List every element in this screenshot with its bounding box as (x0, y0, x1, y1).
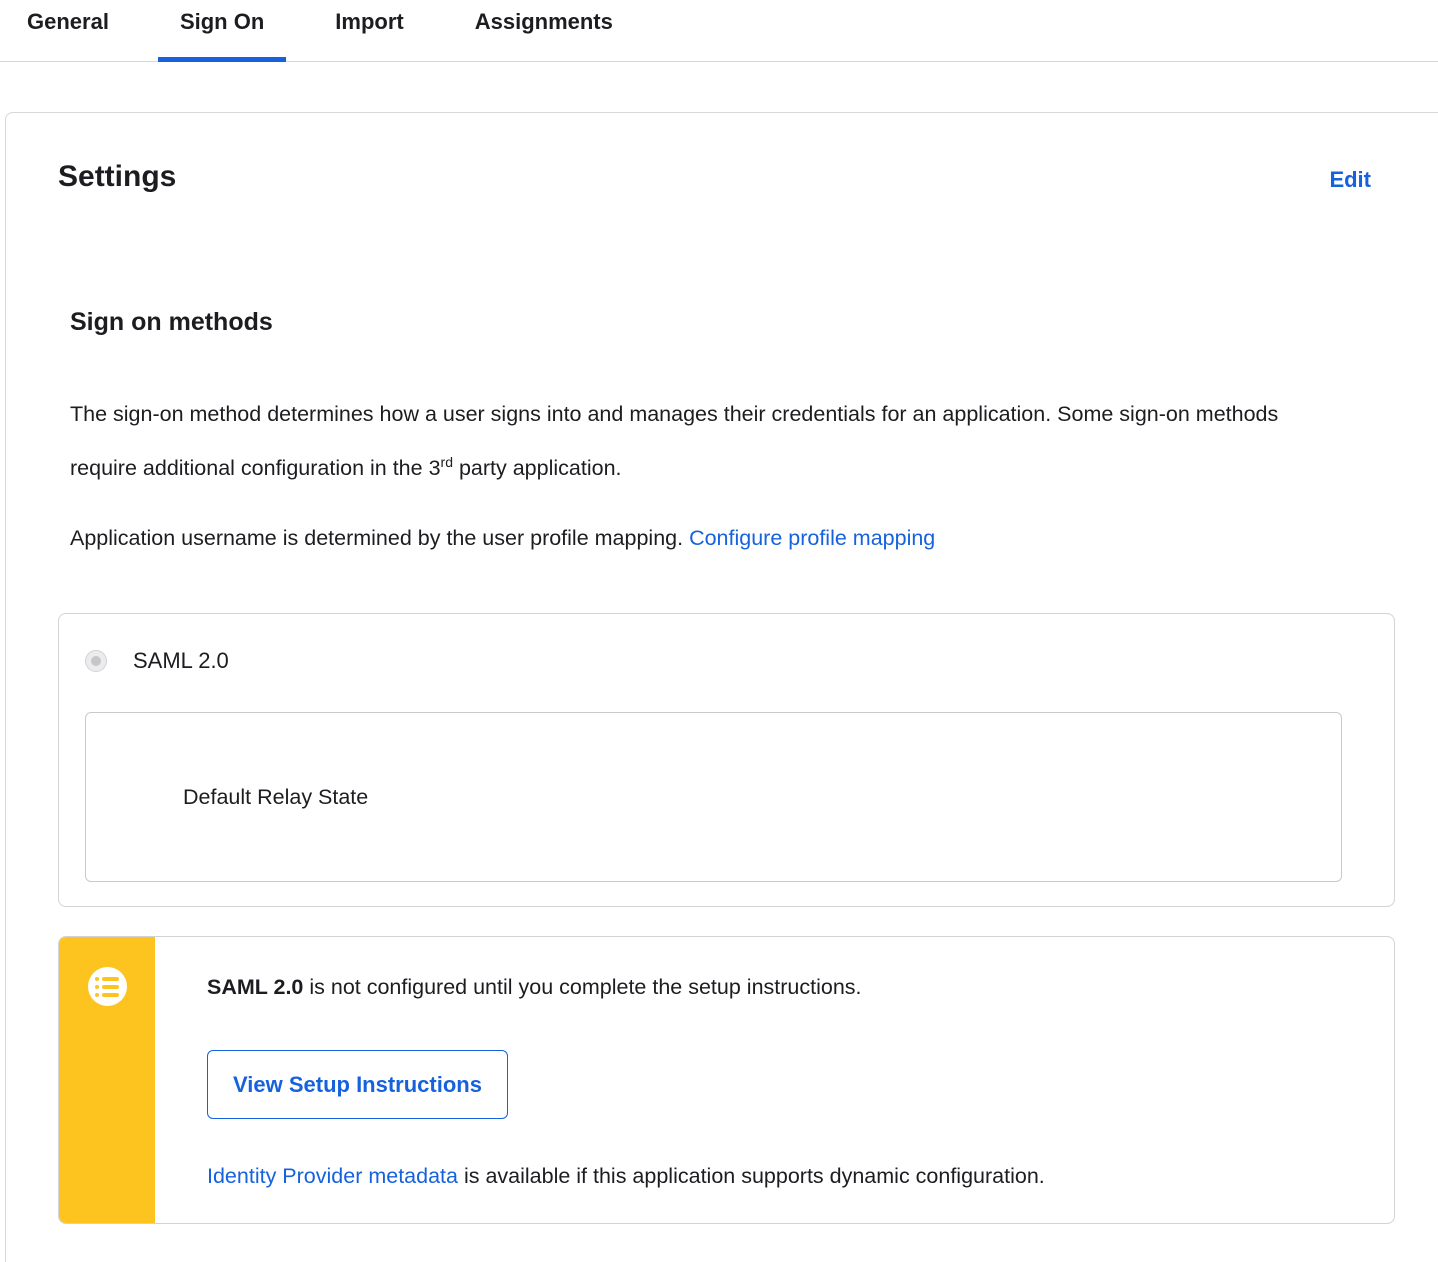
callout-warning-strip (59, 937, 155, 1224)
description-text-part2: party application. (452, 456, 622, 481)
sign-on-methods-heading: Sign on methods (70, 308, 273, 336)
saml-radio-button[interactable] (85, 650, 107, 673)
description-superscript: rd (440, 454, 453, 470)
tab-general[interactable]: General (5, 0, 131, 61)
callout-message: SAML 2.0 is not configured until you com… (207, 973, 1354, 1001)
tab-assignments[interactable]: Assignments (453, 0, 635, 61)
bulleted-list-icon (87, 967, 127, 1007)
saml-method-box: SAML 2.0 Default Relay State (58, 613, 1395, 908)
default-relay-state-panel: Default Relay State (85, 712, 1342, 883)
metadata-note-rest: is available if this application support… (457, 1164, 1045, 1189)
settings-card: Settings Edit Sign on methods The sign-o… (5, 112, 1438, 1262)
identity-provider-metadata-link[interactable]: Identity Provider metadata (207, 1164, 458, 1188)
edit-link[interactable]: Edit (1329, 167, 1371, 193)
metadata-note: Identity Provider metadata is available … (207, 1162, 1354, 1190)
icon-row (95, 984, 119, 989)
settings-title: Settings (58, 160, 177, 193)
icon-row (95, 976, 119, 981)
tab-sign-on[interactable]: Sign On (157, 0, 287, 62)
app-tab-bar: General Sign On Import Assignments (0, 0, 1438, 62)
callout-body: SAML 2.0 is not configured until you com… (155, 937, 1394, 1223)
username-note-text: Application username is determined by th… (70, 526, 690, 551)
saml-setup-callout: SAML 2.0 is not configured until you com… (58, 936, 1395, 1225)
saml-radio-row: SAML 2.0 (85, 648, 1368, 674)
description-text-part1: The sign-on method determines how a user… (70, 402, 1279, 481)
callout-message-rest: is not configured until you complete the… (303, 975, 862, 1000)
sign-on-methods-description: The sign-on method determines how a user… (70, 390, 1285, 492)
icon-row (95, 992, 119, 997)
view-setup-instructions-button[interactable]: View Setup Instructions (207, 1050, 508, 1120)
username-note: Application username is determined by th… (70, 523, 1395, 553)
default-relay-state-label: Default Relay State (183, 784, 369, 809)
saml-radio-label: SAML 2.0 (133, 648, 229, 674)
configure-profile-mapping-link[interactable]: Configure profile mapping (689, 526, 935, 550)
callout-message-bold: SAML 2.0 (207, 975, 304, 1000)
tab-import[interactable]: Import (313, 0, 425, 61)
